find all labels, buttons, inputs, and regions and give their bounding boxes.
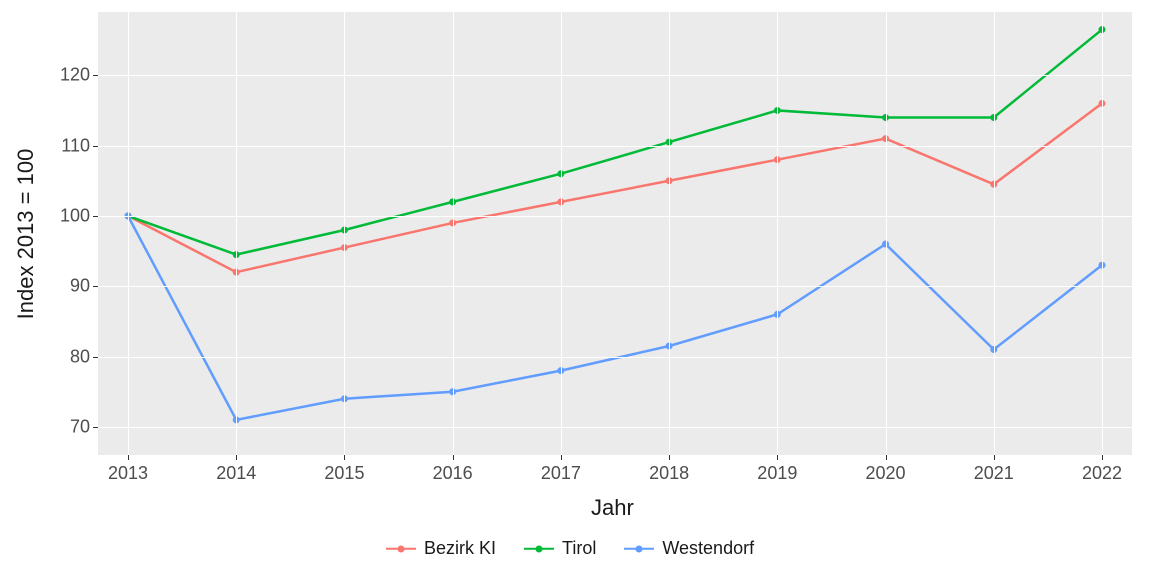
gridline-vertical xyxy=(1102,12,1103,455)
y-tick xyxy=(93,286,98,287)
x-tick-label: 2014 xyxy=(216,463,256,484)
series-line xyxy=(128,30,1102,255)
chart-container: Index 2013 = 100 Jahr Bezirk KI Tirol West… xyxy=(0,0,1152,576)
x-tick xyxy=(1102,455,1103,460)
gridline-vertical xyxy=(994,12,995,455)
gridline-horizontal xyxy=(98,286,1132,287)
y-tick-label: 100 xyxy=(54,205,90,226)
x-tick-label: 2019 xyxy=(757,463,797,484)
x-tick-label: 2017 xyxy=(541,463,581,484)
x-tick-label: 2020 xyxy=(866,463,906,484)
x-tick-label: 2015 xyxy=(324,463,364,484)
x-tick-label: 2016 xyxy=(433,463,473,484)
y-tick-label: 110 xyxy=(54,135,90,156)
y-tick-label: 80 xyxy=(54,346,90,367)
gridline-vertical xyxy=(453,12,454,455)
legend-key-icon xyxy=(386,540,416,558)
legend-label: Tirol xyxy=(562,538,596,559)
x-tick xyxy=(236,455,237,460)
y-tick-label: 70 xyxy=(54,416,90,437)
y-tick xyxy=(93,75,98,76)
plot-lines xyxy=(0,0,1152,576)
legend-item: Bezirk KI xyxy=(386,538,496,559)
x-tick-label: 2021 xyxy=(974,463,1014,484)
x-tick xyxy=(453,455,454,460)
y-tick xyxy=(93,357,98,358)
x-tick xyxy=(128,455,129,460)
x-tick xyxy=(561,455,562,460)
gridline-horizontal xyxy=(98,146,1132,147)
y-tick xyxy=(93,427,98,428)
x-tick xyxy=(669,455,670,460)
y-tick-label: 90 xyxy=(54,276,90,297)
gridline-vertical xyxy=(128,12,129,455)
legend-key-icon xyxy=(524,540,554,558)
x-tick-label: 2018 xyxy=(649,463,689,484)
legend: Bezirk KI Tirol Westendorf xyxy=(386,538,754,559)
gridline-vertical xyxy=(777,12,778,455)
gridline-horizontal xyxy=(98,75,1132,76)
gridline-vertical xyxy=(669,12,670,455)
x-axis-title: Jahr xyxy=(591,495,634,521)
gridline-vertical xyxy=(561,12,562,455)
gridline-vertical xyxy=(886,12,887,455)
legend-item: Tirol xyxy=(524,538,596,559)
legend-label: Westendorf xyxy=(662,538,754,559)
y-tick-label: 120 xyxy=(54,65,90,86)
y-axis-title: Index 2013 = 100 xyxy=(13,148,39,319)
gridline-vertical xyxy=(236,12,237,455)
legend-key-icon xyxy=(624,540,654,558)
y-tick xyxy=(93,216,98,217)
x-tick xyxy=(886,455,887,460)
x-tick-label: 2022 xyxy=(1082,463,1122,484)
gridline-vertical xyxy=(344,12,345,455)
x-tick-label: 2013 xyxy=(108,463,148,484)
x-tick xyxy=(994,455,995,460)
y-tick xyxy=(93,146,98,147)
gridline-horizontal xyxy=(98,216,1132,217)
x-tick xyxy=(777,455,778,460)
gridline-horizontal xyxy=(98,427,1132,428)
legend-label: Bezirk KI xyxy=(424,538,496,559)
legend-item: Westendorf xyxy=(624,538,754,559)
x-tick xyxy=(344,455,345,460)
gridline-horizontal xyxy=(98,357,1132,358)
